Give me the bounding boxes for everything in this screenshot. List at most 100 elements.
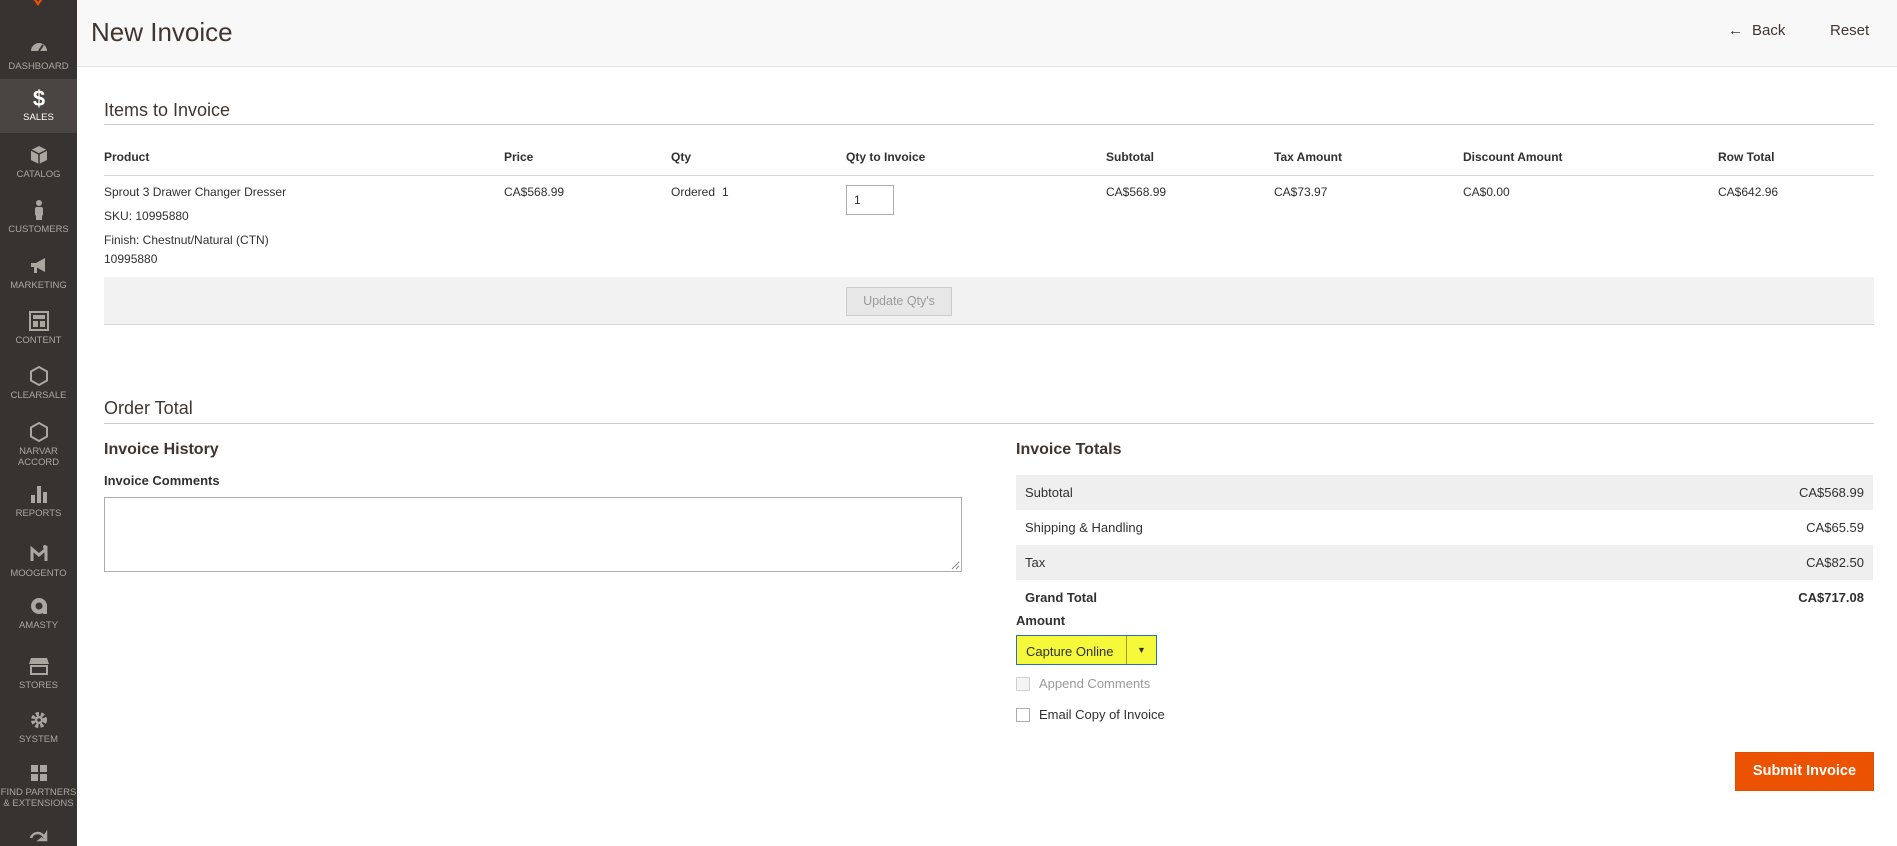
update-qtys-button[interactable]: Update Qty's [846, 287, 952, 316]
sidebar-item-catalog[interactable]: CATALOG [0, 144, 77, 180]
resize-grip-icon[interactable] [950, 560, 960, 570]
totals-label: Shipping & Handling [1025, 520, 1143, 535]
megaphone-icon [30, 258, 45, 273]
column-header-discount-amount: Discount Amount [1463, 150, 1563, 164]
hexagon-icon [29, 421, 48, 443]
order-total-title: Order Total [104, 398, 193, 418]
dollar-icon: $ [32, 87, 44, 109]
append-comments-checkbox[interactable] [1016, 677, 1030, 691]
sidebar-item-label: STORES [19, 680, 58, 691]
sidebar-item-moogento[interactable]: MOOGENTO [0, 543, 77, 579]
cube-icon [30, 146, 47, 164]
qty-ordered-label: Ordered [671, 185, 716, 199]
totals-value: CA$65.59 [1806, 520, 1864, 535]
totals-row-grand-total: Grand Total CA$717.08 [1016, 580, 1873, 615]
sidebar-item-label: MARKETING [10, 280, 67, 291]
column-header-row-total: Row Total [1718, 150, 1775, 164]
bar-chart-icon [30, 486, 47, 503]
admin-sidebar: DASHBOARD $ SALES CATALOG CUSTOMERS MARK… [0, 0, 77, 846]
sidebar-item-narvar-accord[interactable]: NARVAR ACCORD [0, 421, 77, 469]
sidebar-item-find-partners[interactable]: FIND PARTNERS & EXTENSIONS [0, 762, 77, 810]
totals-value: CA$568.99 [1798, 485, 1864, 500]
product-option: Finish: Chestnut/Natural (CTN) [104, 233, 269, 247]
qty-ordered-value: 1 [722, 185, 729, 199]
sidebar-item-label: CONTENT [15, 335, 62, 346]
items-table-header: Product Price Qty Qty to Invoice Subtota… [104, 150, 1874, 176]
qty-to-invoice-input[interactable] [846, 185, 894, 215]
email-copy-label: Email Copy of Invoice [1039, 707, 1165, 722]
totals-value: CA$82.50 [1806, 555, 1864, 570]
sidebar-item-label: FIND PARTNERS [0, 787, 77, 798]
sidebar-item-label: SYSTEM [18, 734, 59, 745]
amasty-icon [30, 598, 47, 614]
sidebar-item-customers[interactable]: CUSTOMERS [0, 199, 77, 235]
sidebar-item-marketing[interactable]: MARKETING [0, 255, 77, 291]
magento-logo-icon[interactable] [28, 0, 48, 6]
price-value: CA$568.99 [504, 185, 565, 199]
invoice-comments-textarea[interactable] [104, 497, 962, 572]
page-title: New Invoice [91, 17, 233, 47]
product-name: Sprout 3 Drawer Changer Dresser [104, 185, 287, 199]
moogento-icon [30, 545, 47, 561]
sidebar-item-label: DASHBOARD [8, 61, 69, 72]
back-button[interactable]: ← Back [1728, 22, 1785, 39]
row-total-value: CA$642.96 [1718, 185, 1779, 199]
column-header-tax-amount: Tax Amount [1274, 150, 1342, 164]
subtotal-value: CA$568.99 [1106, 185, 1167, 199]
column-header-subtotal: Subtotal [1106, 150, 1154, 164]
sidebar-item-label: SALES [23, 112, 54, 123]
capture-amount-select[interactable]: Capture Online ▼ [1016, 635, 1157, 665]
column-header-qty: Qty [671, 150, 692, 164]
tax-amount-value: CA$73.97 [1274, 185, 1328, 199]
back-label: Back [1752, 22, 1786, 39]
sidebar-item-label: & EXTENSIONS [3, 798, 74, 809]
svg-text:$: $ [32, 87, 44, 109]
dashboard-icon [30, 43, 47, 52]
layout-icon [28, 311, 49, 331]
discount-amount-value: CA$0.00 [1463, 185, 1510, 199]
invoice-comments-label: Invoice Comments [104, 473, 220, 488]
product-sku: SKU: 10995880 [104, 209, 189, 223]
invoice-totals-title: Invoice Totals [1016, 441, 1122, 458]
product-option-code: 10995880 [104, 252, 158, 266]
grand-total-value: CA$717.08 [1798, 590, 1864, 605]
invoice-history-title: Invoice History [104, 441, 219, 458]
submit-invoice-button[interactable]: Submit Invoice [1735, 752, 1874, 791]
items-section-title: Items to Invoice [104, 100, 231, 120]
items-table-footer [104, 277, 1874, 325]
chevron-down-icon: ▼ [1126, 636, 1156, 664]
column-header-price: Price [504, 150, 534, 164]
sidebar-item-dashboard[interactable]: DASHBOARD [0, 36, 77, 72]
totals-row-subtotal: Subtotal CA$568.99 [1016, 475, 1873, 510]
sidebar-item-label: AMASTY [18, 620, 59, 631]
boxes-icon [30, 765, 47, 781]
sidebar-item-label: NARVAR [19, 446, 58, 457]
totals-label: Tax [1025, 555, 1046, 570]
arrow-left-icon: ← [1728, 22, 1743, 39]
sidebar-item-system[interactable]: SYSTEM [0, 709, 77, 745]
grand-total-label: Grand Total [1025, 590, 1097, 605]
email-copy-checkbox[interactable] [1016, 708, 1030, 722]
reset-button[interactable]: Reset [1830, 22, 1869, 39]
sidebar-item-clearsale[interactable]: CLEARSALE [0, 365, 77, 401]
refresh-icon[interactable] [27, 830, 49, 846]
store-icon [28, 658, 49, 675]
page-header: New Invoice ← Back Reset [77, 0, 1897, 67]
sidebar-item-label: CATALOG [16, 169, 61, 180]
sidebar-item-label: CLEARSALE [10, 390, 67, 401]
totals-row-shipping: Shipping & Handling CA$65.59 [1016, 510, 1873, 545]
sidebar-item-content[interactable]: CONTENT [0, 310, 77, 346]
divider [104, 423, 1874, 424]
append-comments-label: Append Comments [1039, 676, 1151, 691]
sidebar-item-label: CUSTOMERS [8, 224, 69, 235]
sidebar-item-label: MOOGENTO [10, 568, 67, 579]
person-icon [34, 200, 43, 220]
capture-selected-value: Capture Online [1026, 644, 1114, 659]
sidebar-item-sales[interactable]: $ SALES [0, 79, 77, 133]
sidebar-item-stores[interactable]: STORES [0, 655, 77, 691]
hexagon-icon [29, 365, 48, 387]
sidebar-item-reports[interactable]: REPORTS [0, 483, 77, 519]
sidebar-item-amasty[interactable]: AMASTY [0, 595, 77, 631]
gear-icon [30, 712, 47, 728]
column-header-product: Product [104, 150, 150, 164]
